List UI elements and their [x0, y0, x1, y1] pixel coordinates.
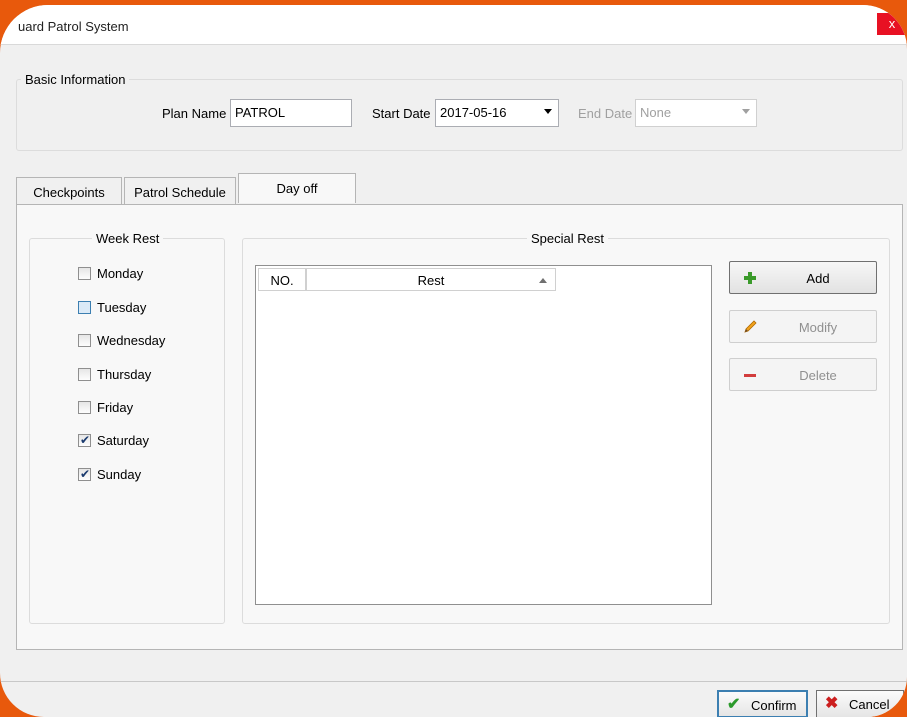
checkbox-label: Thursday — [97, 367, 152, 382]
checkbox-box[interactable]: ✔ — [78, 433, 91, 447]
basic-information-label: Basic Information — [21, 72, 130, 87]
checkmark-icon: ✔ — [80, 433, 91, 447]
checkbox-box[interactable] — [78, 301, 91, 314]
checkbox-label: Friday — [97, 400, 134, 415]
column-header-rest[interactable]: Rest — [306, 268, 556, 291]
tab-patrol-schedule[interactable]: Patrol Schedule — [124, 177, 236, 205]
start-date-picker[interactable]: 2017-05-16 — [435, 99, 559, 127]
plan-name-input[interactable]: PATROL — [230, 99, 352, 127]
plan-name-label: Plan Name — [162, 106, 227, 121]
modify-label: Modify — [798, 320, 838, 335]
special-rest-list[interactable]: NO. Rest — [255, 265, 712, 605]
tab-checkpoints[interactable]: Checkpoints — [16, 177, 122, 205]
checkbox-label: Sunday — [97, 467, 142, 482]
minus-icon — [744, 374, 756, 377]
checkbox-label: Saturday — [97, 433, 150, 448]
end-date-value: None — [640, 105, 672, 120]
checkbox-box[interactable] — [78, 401, 91, 414]
add-label: Add — [806, 271, 830, 286]
plus-icon — [744, 272, 756, 284]
checkbox-box[interactable] — [78, 267, 91, 280]
chevron-down-icon — [742, 109, 750, 114]
checkbox-box[interactable]: ✔ — [78, 467, 91, 481]
start-date-label: Start Date — [372, 106, 431, 121]
checkbox-box[interactable] — [78, 368, 91, 381]
delete-button[interactable]: Delete — [729, 358, 877, 391]
special-rest-label: Special Rest — [527, 231, 608, 246]
checkmark-icon: ✔ — [727, 696, 741, 713]
start-date-value: 2017-05-16 — [440, 105, 507, 120]
checkmark-icon: ✔ — [80, 467, 91, 481]
close-button[interactable]: x — [877, 13, 907, 35]
add-button[interactable]: Add — [729, 261, 877, 294]
end-date-label: End Date — [578, 106, 633, 121]
tab-label: Day off — [276, 181, 318, 196]
tab-label: Patrol Schedule — [134, 185, 226, 200]
delete-label: Delete — [799, 368, 837, 383]
x-icon: ✖ — [825, 695, 839, 712]
column-header-no[interactable]: NO. — [258, 268, 306, 291]
checkbox-box[interactable] — [78, 334, 91, 347]
checkbox-label: Tuesday — [97, 300, 147, 315]
cancel-button[interactable]: ✖ Cancel — [816, 690, 904, 717]
tab-label: Checkpoints — [33, 185, 105, 200]
week-rest-group: Week Rest — [29, 231, 225, 624]
checkbox-label: Wednesday — [97, 333, 166, 348]
week-rest-label: Week Rest — [92, 231, 164, 246]
title-bar: uard Patrol System x — [0, 5, 907, 45]
tab-day-off[interactable]: Day off — [238, 173, 356, 203]
modify-button[interactable]: Modify — [729, 310, 877, 343]
pencil-icon — [744, 320, 757, 333]
chevron-down-icon — [544, 109, 552, 114]
footer-separator — [0, 681, 907, 682]
confirm-button[interactable]: ✔ Confirm — [717, 690, 808, 717]
checkbox-label: Monday — [97, 266, 144, 281]
cancel-label: Cancel — [849, 697, 890, 712]
sort-ascending-icon — [539, 278, 547, 283]
dialog-window: uard Patrol System x Basic Information P… — [0, 5, 907, 717]
column-header-label: Rest — [417, 273, 445, 288]
confirm-label: Confirm — [751, 698, 797, 713]
window-title: uard Patrol System — [18, 19, 129, 34]
end-date-select[interactable]: None — [635, 99, 757, 127]
